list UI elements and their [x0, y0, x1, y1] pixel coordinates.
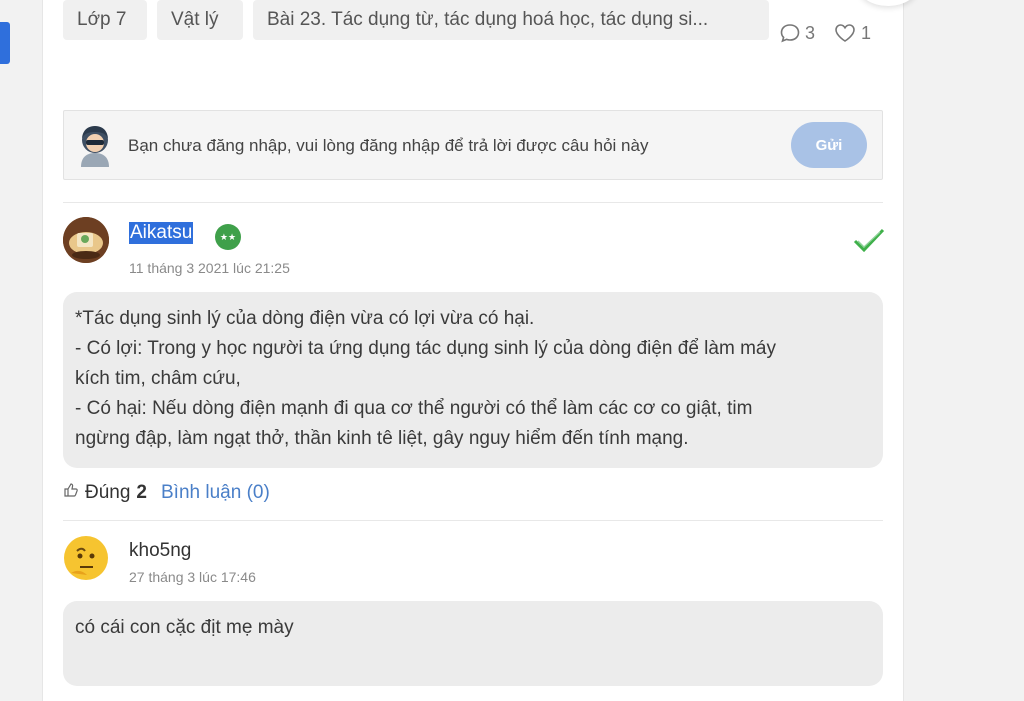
answer-line: ngừng đập, làm ngạt thở, thần kinh tê li…	[75, 428, 689, 449]
heart-icon	[833, 22, 857, 44]
divider	[63, 202, 883, 203]
floating-button[interactable]	[858, 0, 918, 6]
avatar[interactable]	[63, 535, 109, 581]
login-prompt-text: Bạn chưa đăng nhập, vui lòng đăng nhập đ…	[128, 136, 649, 155]
answer-line: có cái con cặc địt mẹ mày	[75, 617, 294, 638]
answer-actions: Đúng 2 Bình luận (0)	[63, 482, 270, 504]
tag-grade[interactable]: Lớp 7	[63, 0, 147, 40]
divider	[63, 520, 883, 521]
anonymous-user-icon	[77, 123, 113, 167]
tag-subject[interactable]: Vật lý	[157, 0, 243, 40]
answer-line: - Có lợi: Trong y học người ta ứng dụng …	[75, 338, 776, 359]
answer-timestamp: 27 tháng 3 lúc 17:46	[129, 569, 256, 585]
answer-line: *Tác dụng sinh lý của dòng điện vừa có l…	[75, 308, 535, 329]
tag-lesson[interactable]: Bài 23. Tác dụng từ, tác dụng hoá học, t…	[253, 0, 769, 40]
answer-timestamp: 11 tháng 3 2021 lúc 21:25	[129, 260, 290, 276]
login-prompt: Bạn chưa đăng nhập, vui lòng đăng nhập đ…	[63, 110, 883, 180]
correct-count: 2	[136, 482, 147, 503]
mark-correct-button[interactable]: Đúng	[85, 482, 130, 504]
comment-icon	[779, 22, 801, 44]
answer-author[interactable]: Aikatsu	[129, 222, 194, 244]
answer-line: - Có hại: Nếu dòng điện mạnh đi qua cơ t…	[75, 398, 753, 419]
like-count[interactable]: 1	[833, 22, 871, 44]
avatar[interactable]	[63, 217, 109, 263]
send-button[interactable]: Gửi	[791, 122, 867, 168]
like-count-value: 1	[861, 22, 872, 43]
answer-line: kích tim, châm cứu,	[75, 368, 241, 389]
verified-check-icon	[852, 226, 886, 259]
left-edge-accent	[0, 22, 10, 64]
answer-author[interactable]: kho5ng	[129, 540, 191, 562]
rank-badge-icon: ★★	[215, 224, 241, 250]
question-card: Lớp 7 Vật lý Bài 23. Tác dụng từ, tác dụ…	[42, 0, 918, 701]
answer-body: *Tác dụng sinh lý của dòng điện vừa có l…	[63, 292, 883, 468]
comments-link[interactable]: Bình luận (0)	[161, 482, 270, 504]
comment-count[interactable]: 3	[779, 22, 815, 44]
thumbs-up-icon[interactable]	[63, 482, 79, 504]
answer-body: có cái con cặc địt mẹ mày	[63, 601, 883, 686]
comment-count-value: 3	[805, 22, 816, 43]
